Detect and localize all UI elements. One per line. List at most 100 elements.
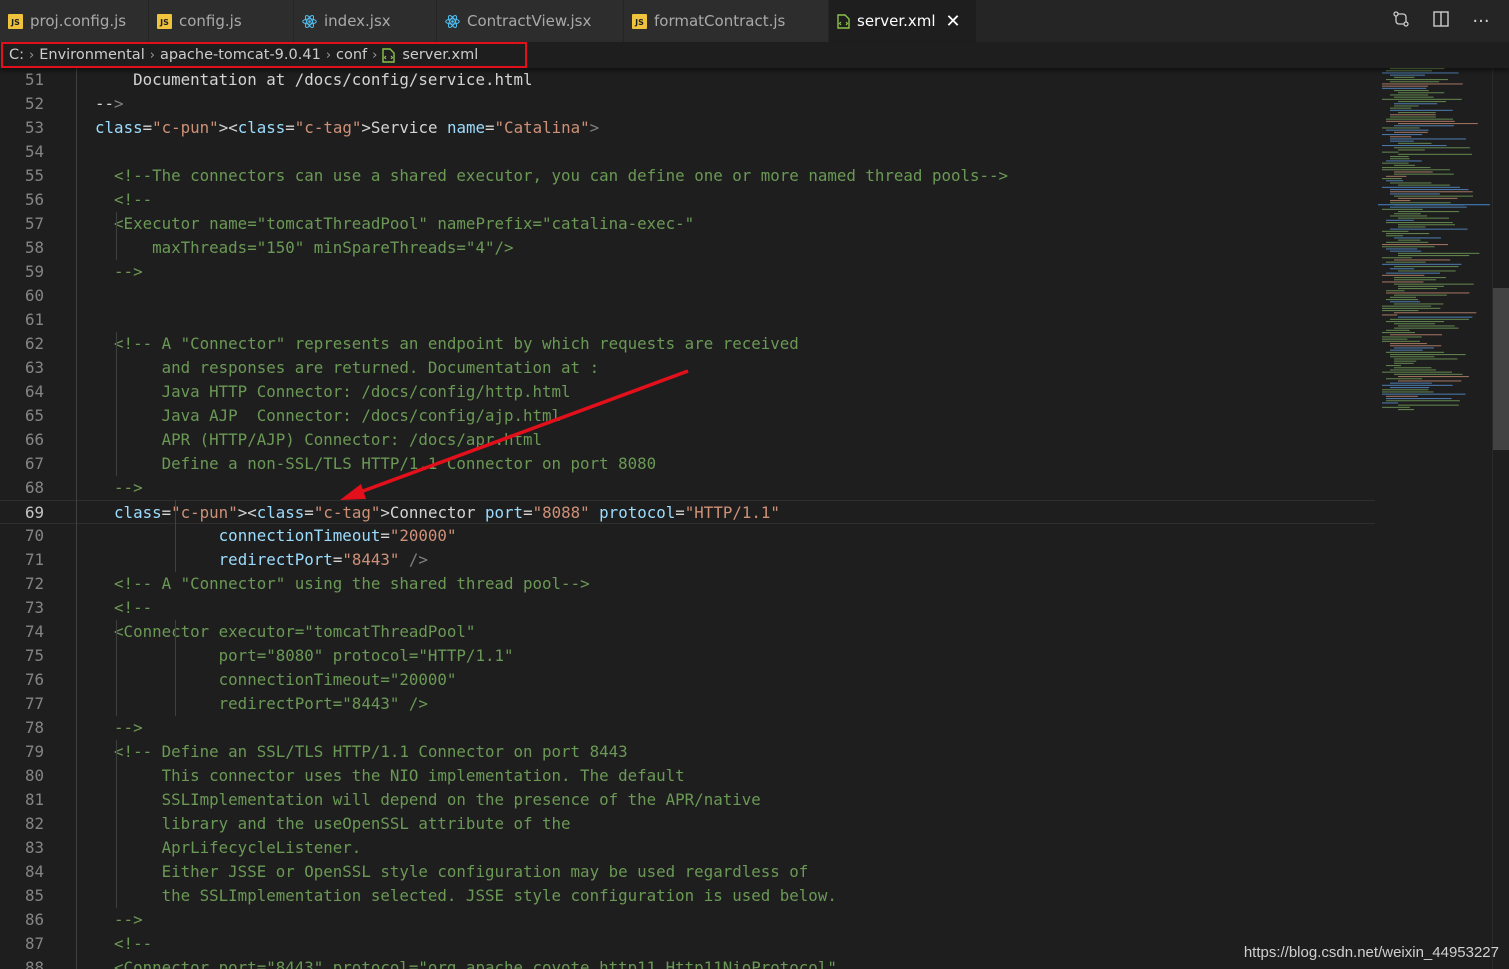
tab-label: proj.config.js <box>30 12 127 30</box>
code-line[interactable]: 70 connectionTimeout="20000" <box>0 524 1375 548</box>
code-line[interactable]: 54 <box>0 140 1375 164</box>
minimap-line <box>1398 239 1421 241</box>
code-line[interactable]: 75 port="8080" protocol="HTTP/1.1" <box>0 644 1375 668</box>
code-line[interactable]: 79 <!-- Define an SSL/TLS HTTP/1.1 Conne… <box>0 740 1375 764</box>
minimap-line <box>1394 237 1441 239</box>
minimap-line <box>1390 250 1422 252</box>
line-number: 57 <box>24 214 44 233</box>
minimap-line <box>1386 160 1422 162</box>
code-line[interactable]: 60 <box>0 284 1375 308</box>
line-number: 68 <box>24 478 44 497</box>
code-line[interactable]: 83 AprLifecycleListener. <box>0 836 1375 860</box>
breadcrumb-item-tomcat[interactable]: apache-tomcat-9.0.41 <box>160 47 321 63</box>
minimap-line <box>1386 398 1452 400</box>
code-editor[interactable]: 51 Documentation at /docs/config/service… <box>0 68 1509 969</box>
tab-formatcontract-js[interactable]: JS formatContract.js <box>624 0 829 42</box>
minimap-line <box>1382 263 1462 265</box>
code-line[interactable]: 72 <!-- A "Connector" using the shared t… <box>0 572 1375 596</box>
minimap-line <box>1382 178 1402 180</box>
code-line[interactable]: 69 class="c-pun"><class="c-tag">Connecto… <box>0 500 1375 524</box>
chevron-right-icon: › <box>29 47 35 63</box>
code-line[interactable]: 77 redirectPort="8443" /> <box>0 692 1375 716</box>
minimap-line <box>1386 365 1402 367</box>
minimap-line <box>1398 404 1459 406</box>
code-line[interactable]: 82 library and the useOpenSSL attribute … <box>0 812 1375 836</box>
code-line[interactable]: 81 SSLImplementation will depend on the … <box>0 788 1375 812</box>
code-line[interactable]: 56 <!-- <box>0 188 1375 212</box>
code-line[interactable]: 85 the SSLImplementation selected. JSSE … <box>0 884 1375 908</box>
breadcrumb-item-environmental[interactable]: Environmental <box>39 47 145 63</box>
code-line[interactable]: 51 Documentation at /docs/config/service… <box>0 68 1375 92</box>
minimap-line <box>1382 134 1423 136</box>
line-number: 55 <box>24 166 44 185</box>
code-line[interactable]: 62 <!-- A "Connector" represents an endp… <box>0 332 1375 356</box>
code-line[interactable]: 63 and responses are returned. Documenta… <box>0 356 1375 380</box>
code-line[interactable]: 59 --> <box>0 260 1375 284</box>
tab-proj-config-js[interactable]: JS proj.config.js <box>0 0 149 42</box>
code-line[interactable]: 61 <box>0 308 1375 332</box>
minimap-line <box>1386 272 1440 274</box>
minimap[interactable] <box>1378 68 1490 413</box>
minimap-line <box>1382 151 1399 153</box>
code-text: This connector uses the NIO implementati… <box>76 766 685 785</box>
minimap-line <box>1390 369 1437 371</box>
minimap-line <box>1394 323 1435 325</box>
minimap-line <box>1398 380 1462 382</box>
close-icon[interactable]: ✕ <box>946 11 961 32</box>
code-line[interactable]: 67 Define a non-SSL/TLS HTTP/1.1 Connect… <box>0 452 1375 476</box>
vertical-scrollbar[interactable] <box>1492 68 1509 969</box>
react-icon <box>445 14 460 29</box>
code-line[interactable]: 66 APR (HTTP/AJP) Connector: /docs/apr.h… <box>0 428 1375 452</box>
code-line[interactable]: 58 maxThreads="150" minSpareThreads="4"/… <box>0 236 1375 260</box>
code-line[interactable]: 52 --> <box>0 92 1375 116</box>
minimap-line <box>1382 127 1420 129</box>
js-file-icon: JS <box>157 13 172 29</box>
minimap-line <box>1394 373 1463 375</box>
code-line[interactable]: 68 --> <box>0 476 1375 500</box>
code-line[interactable]: 86 --> <box>0 908 1375 932</box>
code-line[interactable]: 73 <!-- <box>0 596 1375 620</box>
code-line[interactable]: 88 <Connector port="8443" protocol="org.… <box>0 956 1375 969</box>
code-line[interactable]: 84 Either JSSE or OpenSSL style configur… <box>0 860 1375 884</box>
tab-config-js[interactable]: JS config.js <box>149 0 294 42</box>
code-line[interactable]: 87 <!-- <box>0 932 1375 956</box>
line-number: 51 <box>24 70 44 89</box>
code-line[interactable]: 53 class="c-pun"><class="c-tag">Service … <box>0 116 1375 140</box>
line-number: 66 <box>24 430 44 449</box>
code-text: <!-- <box>114 598 153 617</box>
tab-label: server.xml <box>857 12 936 30</box>
chevron-right-icon: › <box>325 47 332 63</box>
minimap-line <box>1382 208 1423 210</box>
code-line[interactable]: 76 connectionTimeout="20000" <box>0 668 1375 692</box>
code-text: port="8080" protocol="HTTP/1.1" <box>76 646 514 665</box>
code-line[interactable]: 74 <Connector executor="tomcatThreadPool… <box>0 620 1375 644</box>
code-line[interactable]: 80 This connector uses the NIO implement… <box>0 764 1375 788</box>
minimap-line <box>1394 279 1436 281</box>
open-changes-icon[interactable] <box>1391 10 1411 33</box>
minimap-line <box>1398 285 1444 287</box>
minimap-line <box>1386 351 1445 353</box>
scrollbar-thumb[interactable] <box>1493 288 1509 450</box>
code-line[interactable]: 64 Java HTTP Connector: /docs/config/htt… <box>0 380 1375 404</box>
minimap-line <box>1382 85 1429 87</box>
code-line[interactable]: 71 redirectPort="8443" /> <box>0 548 1375 572</box>
minimap-line <box>1398 123 1478 125</box>
editor-actions: ··· <box>1391 0 1491 42</box>
minimap-line <box>1382 145 1447 147</box>
code-line[interactable]: 57 <Executor name="tomcatThreadPool" nam… <box>0 212 1375 236</box>
minimap-line <box>1390 94 1429 96</box>
line-number: 60 <box>24 286 44 305</box>
split-editor-icon[interactable] <box>1431 10 1451 33</box>
tab-server-xml[interactable]: server.xml ✕ <box>829 0 977 42</box>
code-line[interactable]: 78 --> <box>0 716 1375 740</box>
breadcrumb-item-server-xml[interactable]: server.xml <box>402 47 478 63</box>
breadcrumb-item-drive[interactable]: C: <box>9 47 24 63</box>
minimap-line <box>1398 325 1455 327</box>
breadcrumb-item-conf[interactable]: conf <box>336 47 367 63</box>
more-actions-icon[interactable]: ··· <box>1471 11 1491 32</box>
minimap-line <box>1390 156 1409 158</box>
code-line[interactable]: 55 <!--The connectors can use a shared e… <box>0 164 1375 188</box>
code-line[interactable]: 65 Java AJP Connector: /docs/config/ajp.… <box>0 404 1375 428</box>
tab-index-jsx[interactable]: index.jsx <box>294 0 437 42</box>
tab-contractview-jsx[interactable]: ContractView.jsx <box>437 0 624 42</box>
